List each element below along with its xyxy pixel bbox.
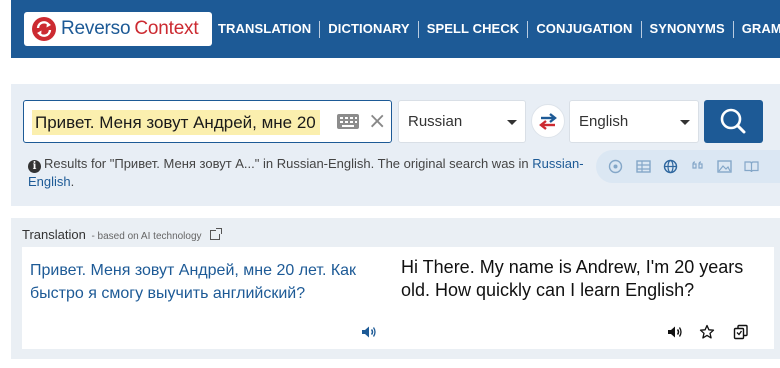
- source-language-select[interactable]: Russian: [398, 100, 526, 143]
- nav-conjugation[interactable]: CONJUGATION: [528, 20, 640, 38]
- top-navigation-bar: Reverso Context TRANSLATION DICTIONARY SP…: [11, 0, 780, 58]
- nav-spell-check[interactable]: SPELL CHECK: [419, 20, 528, 38]
- speech-icon[interactable]: [608, 159, 623, 174]
- swap-languages-button[interactable]: [531, 104, 565, 138]
- brand-name-part2: Context: [134, 18, 199, 39]
- translation-heading-row: Translation - based on AI technology: [22, 227, 223, 242]
- chevron-down-icon: [507, 120, 517, 125]
- copy-icon[interactable]: [733, 324, 749, 340]
- nav-grammar[interactable]: GRAMMAR: [734, 20, 780, 38]
- search-input[interactable]: Привет. Меня зовут Андрей, мне 20 ×: [23, 100, 392, 143]
- speaker-icon[interactable]: [667, 325, 683, 339]
- target-language-value: English: [579, 113, 629, 130]
- search-tools-bar: [596, 150, 780, 183]
- translation-result: Привет. Меня зовут Андрей, мне 20 лет. К…: [22, 247, 774, 349]
- results-info-suffix: .: [70, 174, 75, 189]
- reverso-logo[interactable]: Reverso Context: [24, 12, 212, 46]
- search-input-value[interactable]: Привет. Меня зовут Андрей, мне 20: [32, 110, 320, 135]
- quote-icon[interactable]: [690, 159, 705, 174]
- table-icon[interactable]: [636, 159, 651, 174]
- image-icon[interactable]: [717, 159, 732, 174]
- main-nav: TRANSLATION DICTIONARY SPELL CHECK CONJU…: [210, 0, 780, 58]
- speaker-icon[interactable]: [361, 325, 377, 339]
- brand-name-part1: Reverso: [61, 18, 131, 39]
- nav-translation[interactable]: TRANSLATION: [210, 20, 319, 38]
- nav-synonyms[interactable]: SYNONYMS: [642, 20, 733, 38]
- translation-card: Translation - based on AI technology При…: [11, 218, 780, 359]
- results-info-text: Results for "Привет. Меня зовут А..." in…: [44, 156, 533, 171]
- translation-subheading: - based on AI technology: [91, 231, 202, 242]
- external-link-icon[interactable]: [210, 228, 223, 240]
- close-icon[interactable]: ×: [368, 109, 386, 135]
- info-icon: i: [28, 160, 41, 173]
- book-icon[interactable]: [744, 159, 759, 174]
- source-language-value: Russian: [408, 113, 463, 130]
- reverso-logo-icon: [32, 17, 56, 41]
- target-language-select[interactable]: English: [569, 100, 699, 143]
- swap-languages-icon: [539, 113, 557, 130]
- nav-dictionary[interactable]: DICTIONARY: [320, 20, 417, 38]
- target-text: Hi There. My name is Andrew, I'm 20 year…: [401, 257, 744, 300]
- source-text: Привет. Меня зовут Андрей, мне 20 лет. К…: [30, 262, 357, 302]
- globe-icon[interactable]: [663, 159, 678, 174]
- chevron-down-icon: [680, 120, 690, 125]
- search-button[interactable]: [704, 100, 763, 143]
- translation-heading: Translation: [22, 227, 86, 242]
- star-icon[interactable]: [699, 324, 715, 340]
- results-info: i Results for "Привет. Меня зовут А..." i…: [28, 155, 598, 191]
- search-panel: Привет. Меня зовут Андрей, мне 20 × Russ…: [11, 84, 780, 206]
- keyboard-icon[interactable]: [337, 114, 359, 129]
- search-icon: [720, 108, 746, 134]
